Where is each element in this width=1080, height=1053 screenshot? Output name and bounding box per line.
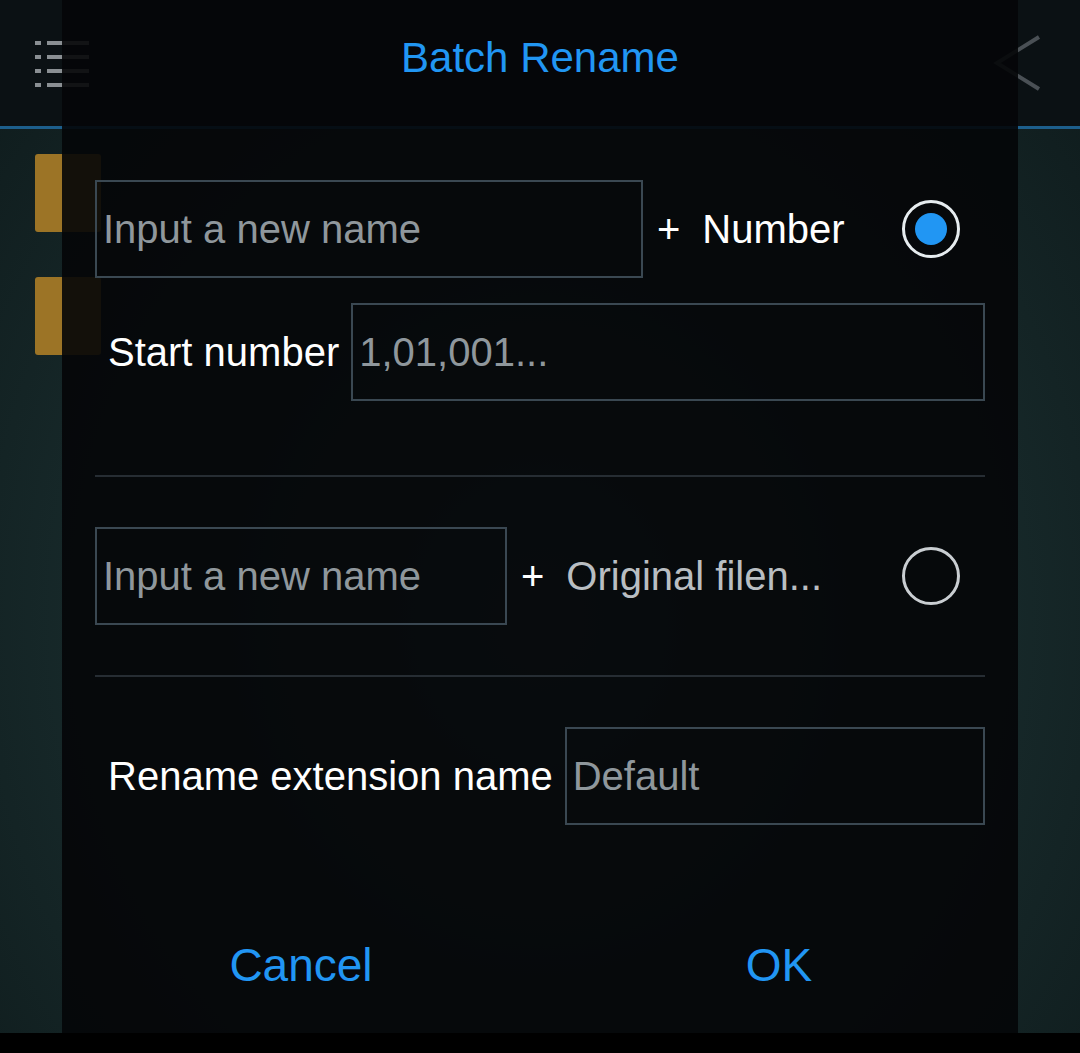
plus-sign: +: [521, 554, 544, 599]
mode-row: + Original filen...: [95, 527, 985, 625]
mode-label: Original filen...: [566, 554, 822, 599]
mode-row: + Number: [95, 180, 985, 278]
start-number-row: Start number: [95, 303, 985, 401]
divider: [95, 475, 985, 477]
divider: [95, 675, 985, 677]
dialog-body: + Number Start number + Original filen... Ren…: [62, 115, 1018, 825]
name-input[interactable]: [95, 527, 507, 625]
radio-dot-icon: [915, 213, 947, 245]
start-number-label: Start number: [95, 330, 339, 375]
radio-button[interactable]: [902, 200, 960, 258]
plus-sign: +: [657, 207, 680, 252]
dialog-button[interactable]: Cancel: [62, 897, 540, 1033]
mode-label: Number: [702, 207, 844, 252]
screen: Batch Rename + Number Start number + Original…: [0, 0, 1080, 1053]
dialog-title: Batch Rename: [62, 0, 1018, 115]
dialog-buttons: CancelOK: [62, 897, 1018, 1033]
start-number-input[interactable]: [351, 303, 985, 401]
dialog-button[interactable]: OK: [540, 897, 1018, 1033]
name-input[interactable]: [95, 180, 643, 278]
radio-button[interactable]: [902, 547, 960, 605]
extension-label: Rename extension name: [95, 754, 553, 799]
batch-rename-dialog: Batch Rename + Number Start number + Original…: [62, 0, 1018, 1033]
extension-row: Rename extension name: [95, 727, 985, 825]
extension-input[interactable]: [565, 727, 985, 825]
